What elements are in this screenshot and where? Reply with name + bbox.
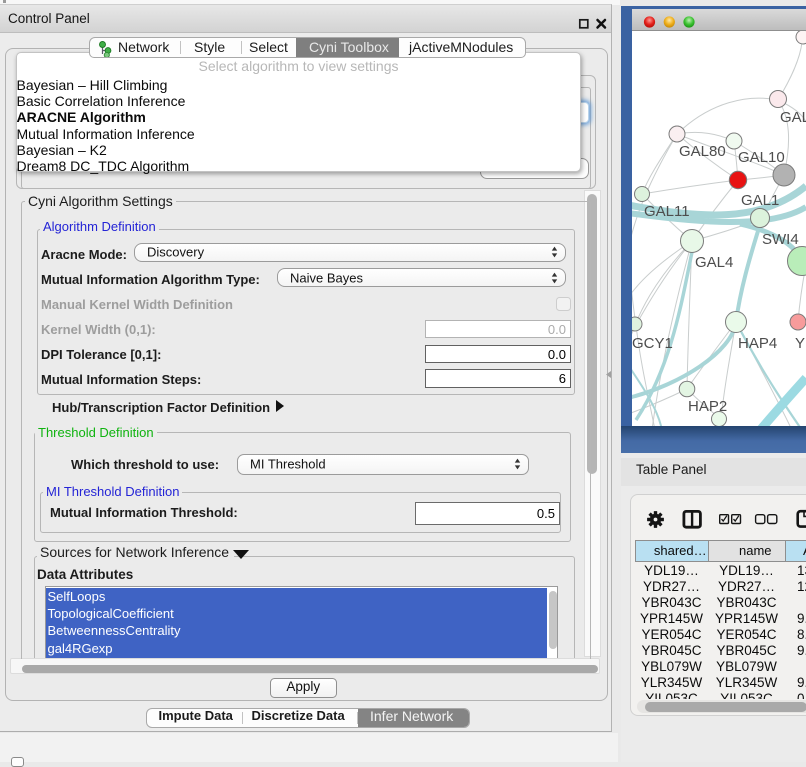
svg-text:GAL11: GAL11 (644, 203, 690, 220)
svg-text:GAL: GAL (780, 109, 806, 126)
svg-text:SWI4: SWI4 (762, 231, 799, 248)
svg-text:GAL1: GAL1 (741, 192, 779, 209)
svg-text:HAP2: HAP2 (688, 398, 727, 415)
svg-text:GAL10: GAL10 (738, 149, 785, 166)
svg-text:GCY1: GCY1 (632, 335, 673, 352)
svg-text:GAL4: GAL4 (695, 254, 733, 271)
svg-text:GAL80: GAL80 (679, 143, 726, 160)
svg-text:Y: Y (795, 335, 805, 352)
svg-text:HAP4: HAP4 (738, 335, 777, 352)
